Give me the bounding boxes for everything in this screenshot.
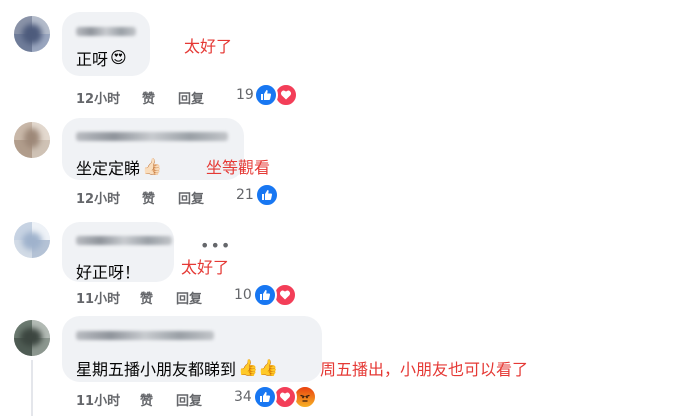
timestamp[interactable]: 12小时 (76, 88, 120, 107)
comment-text-body: 正呀 (76, 50, 109, 69)
reply-thread-line (31, 360, 33, 416)
comment-bubble: 正呀 😍 (62, 12, 150, 76)
reply-button[interactable]: 回复 (176, 288, 202, 307)
comment-1: 正呀 😍 太好了 12小时 赞 回复 19 (0, 0, 679, 110)
heart-eyes-emoji-icon: 😍 (110, 48, 127, 67)
reaction-count[interactable]: 34 (234, 389, 252, 405)
author-name-blurred[interactable] (76, 27, 136, 36)
translation-note: 太好了 (184, 37, 233, 56)
like-icon[interactable] (253, 283, 277, 307)
comment-2: 坐定定睇 👍🏻 坐等觀看 12小时 赞 回复 21 (0, 110, 679, 210)
author-name-blurred[interactable] (76, 331, 214, 340)
timestamp[interactable]: 11小时 (76, 288, 120, 307)
timestamp[interactable]: 12小时 (76, 188, 120, 207)
comment-3: 好正呀！ ••• 太好了 11小时 赞 回复 10 (0, 210, 679, 310)
thumbs-up-emoji-icon: 👍🏻 (142, 157, 162, 176)
comment-text-body: 星期五播小朋友都睇到 (76, 360, 237, 379)
like-button[interactable]: 赞 (142, 88, 155, 107)
avatar[interactable] (14, 222, 50, 258)
avatar[interactable] (14, 122, 50, 158)
author-name-blurred[interactable] (76, 236, 172, 245)
avatar[interactable] (14, 320, 50, 356)
reaction-count[interactable]: 21 (236, 187, 254, 203)
thumbs-up-emoji-icon: 👍👍 (238, 358, 278, 377)
reaction-count[interactable]: 19 (236, 87, 254, 103)
reply-button[interactable]: 回复 (176, 390, 202, 409)
comment-text-body: 坐定定睇 (76, 159, 141, 178)
comment-text-body: 好正呀！ (76, 263, 141, 282)
translation-note: 太好了 (181, 258, 230, 277)
like-icon[interactable] (254, 83, 278, 107)
comment-bubble: 星期五播小朋友都睇到 👍👍 (62, 316, 322, 382)
comment-bubble: 好正呀！ (62, 222, 174, 282)
reply-button[interactable]: 回复 (178, 88, 204, 107)
comment-4: 星期五播小朋友都睇到 👍👍 周五播出，小朋友也可以看了 11小时 赞 回复 34 (0, 310, 679, 416)
comment-text: 坐定定睇 👍🏻 (76, 155, 162, 179)
comment-text: 正呀 😍 (76, 46, 127, 70)
like-icon[interactable] (253, 385, 277, 409)
reply-button[interactable]: 回复 (178, 188, 204, 207)
reaction-count[interactable]: 10 (234, 287, 252, 303)
avatar[interactable] (14, 16, 50, 52)
translation-note: 坐等觀看 (206, 158, 271, 177)
more-options-icon[interactable]: ••• (200, 236, 231, 255)
comment-text: 好正呀！ (76, 259, 140, 283)
like-button[interactable]: 赞 (142, 188, 155, 207)
like-icon[interactable] (255, 183, 279, 207)
timestamp[interactable]: 11小时 (76, 390, 120, 409)
translation-note: 周五播出，小朋友也可以看了 (320, 360, 529, 379)
author-name-blurred[interactable] (76, 132, 228, 141)
comment-text: 星期五播小朋友都睇到 👍👍 (76, 356, 278, 380)
like-button[interactable]: 赞 (140, 390, 153, 409)
like-button[interactable]: 赞 (140, 288, 153, 307)
